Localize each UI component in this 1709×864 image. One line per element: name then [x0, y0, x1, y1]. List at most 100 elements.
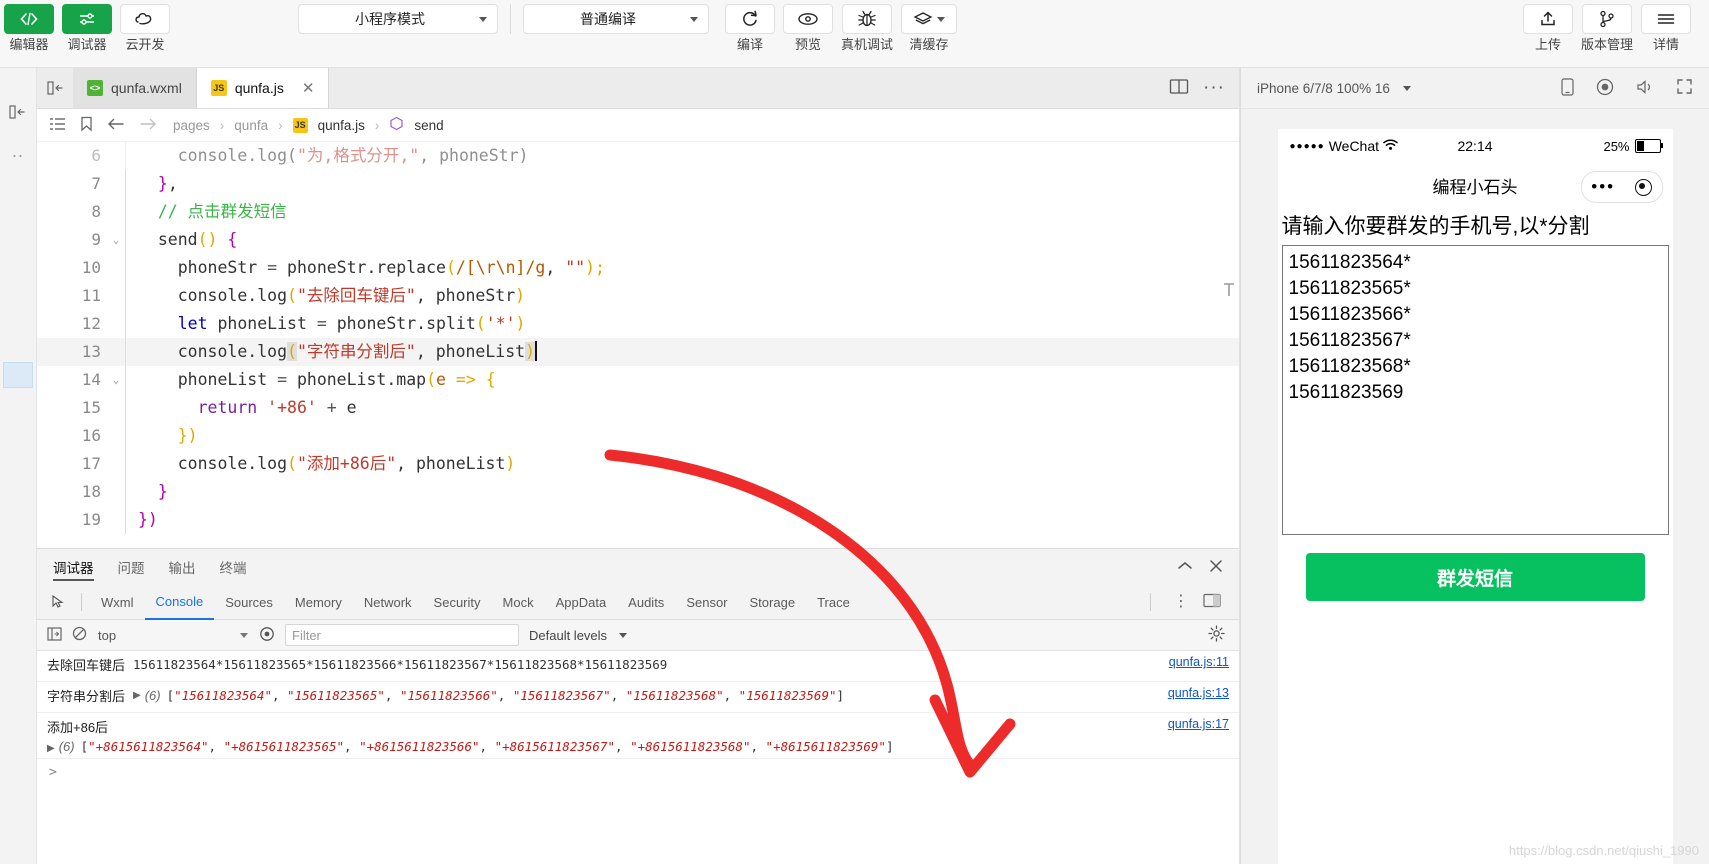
eye-icon[interactable] [259, 626, 275, 645]
tab-nav-icon[interactable] [37, 68, 73, 108]
record-icon[interactable] [1596, 78, 1614, 99]
upload-icon[interactable] [1522, 4, 1573, 34]
code-text[interactable]: phoneList = phoneList.map(e => { [125, 366, 496, 394]
console-source-link[interactable]: qunfa.js:17 [1168, 717, 1229, 731]
tab-qunfa-js[interactable]: JS qunfa.js ✕ [196, 68, 330, 108]
console-prompt[interactable]: > [37, 759, 1239, 786]
phone-icon[interactable] [1561, 77, 1574, 99]
send-sms-button[interactable]: 群发短信 [1305, 553, 1645, 601]
device-debug-button[interactable]: 真机调试 [841, 4, 893, 52]
console-filter-input[interactable]: Filter [285, 624, 519, 646]
expand-arrow-icon[interactable]: ▶ [133, 690, 141, 701]
collapse-sidebar-icon[interactable] [9, 104, 27, 123]
code-line[interactable]: 9 ⌄ send() { [37, 226, 1239, 254]
compile-select[interactable]: 普通编译 [523, 4, 709, 34]
code-text[interactable]: } [125, 478, 168, 506]
code-text[interactable]: send() { [125, 226, 237, 254]
capsule-menu[interactable]: ••• [1580, 171, 1663, 203]
panel-tab-memory[interactable]: Memory [284, 586, 353, 619]
code-line[interactable]: 6 console.log("为,格式分开,", phoneStr) [37, 142, 1239, 170]
close-icon[interactable] [1209, 559, 1223, 576]
code-text[interactable]: phoneStr = phoneStr.replace(/[\r\n]/g, "… [125, 254, 605, 282]
fold-toggle-icon[interactable]: ⌄ [107, 226, 125, 254]
volume-icon[interactable] [1636, 79, 1654, 98]
code-text[interactable]: console.log("为,格式分开,", phoneStr) [125, 142, 528, 170]
menu-icon[interactable] [1641, 4, 1691, 34]
version-button[interactable]: 版本管理 [1581, 4, 1633, 52]
panel-tab-sources[interactable]: Sources [214, 586, 284, 619]
devtools-tab-terminal[interactable]: 终端 [220, 549, 247, 585]
devtools-tab-problems[interactable]: 问题 [118, 549, 145, 585]
fullscreen-icon[interactable] [1676, 78, 1693, 98]
more-icon[interactable]: ••• [1591, 178, 1615, 195]
code-line[interactable]: 11 console.log("去除回车键后", phoneStr) [37, 282, 1239, 310]
compile-select-wrap[interactable]: 普通编译 [523, 4, 709, 34]
mode-select[interactable]: 小程序模式 [298, 4, 498, 34]
more-vertical-icon[interactable]: ⋮ [1173, 594, 1189, 610]
devtools-tab-debugger[interactable]: 调试器 [53, 549, 94, 585]
panel-tab-network[interactable]: Network [353, 586, 423, 619]
bookmark-icon[interactable] [80, 116, 93, 135]
more-icon[interactable]: ··· [1203, 78, 1225, 97]
code-line[interactable]: 12 let phoneList = phoneStr.split('*') [37, 310, 1239, 338]
code-text[interactable]: let phoneList = phoneStr.split('*') [125, 310, 525, 338]
code-line[interactable]: 8 // 点击群发短信 [37, 198, 1239, 226]
target-icon[interactable] [1634, 178, 1652, 196]
toolbar-cloud-button[interactable]: 云开发 [120, 4, 170, 52]
toolbar-debugger-button[interactable]: 调试器 [62, 4, 112, 52]
panel-tab-trace[interactable]: Trace [806, 586, 861, 619]
code-text[interactable]: console.log("字符串分割后", phoneList) [125, 338, 538, 366]
panel-tab-audits[interactable]: Audits [617, 586, 675, 619]
code-text[interactable]: console.log("添加+86后", phoneList) [125, 450, 515, 478]
panel-tab-appdata[interactable]: AppData [545, 586, 618, 619]
code-line[interactable]: 18 } [37, 478, 1239, 506]
console-source-link[interactable]: qunfa.js:11 [1169, 655, 1229, 669]
console-levels-select[interactable]: Default levels [529, 628, 628, 643]
panel-tab-security[interactable]: Security [423, 586, 492, 619]
breadcrumb-part-qunfa[interactable]: qunfa [234, 118, 268, 133]
preview-button[interactable]: 预览 [783, 4, 833, 52]
forward-arrow-icon[interactable] [139, 117, 157, 134]
console-log-row[interactable]: 字符串分割后 ▶ (6) ["15611823564", "15611823565",… [37, 682, 1239, 713]
clear-cache-button[interactable]: 清缓存 [901, 4, 958, 52]
console-log-row[interactable]: 去除回车键后 15611823564*15611823565*1561182356… [37, 651, 1239, 682]
sidebar-icon[interactable] [47, 626, 62, 644]
console-log-row[interactable]: 添加+86后 ▶ (6) ["+8615611823564", "+861561182… [37, 713, 1239, 759]
devtools-tab-output[interactable]: 输出 [169, 549, 196, 585]
code-line[interactable]: 16 }) [37, 422, 1239, 450]
console-context-select[interactable]: top [97, 627, 249, 644]
panel-tab-console[interactable]: Console [144, 585, 215, 620]
code-line[interactable]: 14 ⌄ phoneList = phoneList.map(e => { [37, 366, 1239, 394]
panel-tab-storage[interactable]: Storage [739, 586, 807, 619]
device-select[interactable]: iPhone 6/7/8 100% 16 [1257, 81, 1411, 96]
panel-tab-mock[interactable]: Mock [492, 586, 545, 619]
collapse-icon[interactable] [1177, 559, 1193, 575]
sliders-icon[interactable] [62, 4, 112, 34]
upload-button[interactable]: 上传 [1522, 4, 1573, 52]
toolbar-editor-button[interactable]: 编辑器 [4, 4, 54, 52]
phone-textarea[interactable]: 15611823564* 15611823565* 15611823566* 1… [1281, 245, 1669, 535]
breadcrumb-part-file[interactable]: qunfa.js [318, 118, 365, 133]
cloud-icon[interactable] [120, 4, 170, 34]
code-editor[interactable]: 6 console.log("为,格式分开,", phoneStr) 7 }, 8 … [37, 142, 1239, 548]
breadcrumb-part-symbol[interactable]: send [414, 118, 443, 133]
fold-toggle-icon[interactable]: ⌄ [107, 366, 125, 394]
code-text[interactable]: }, [125, 170, 178, 198]
refresh-icon[interactable] [725, 4, 775, 34]
inspect-element-icon[interactable] [45, 594, 73, 610]
compile-button[interactable]: 编译 [725, 4, 775, 52]
code-text[interactable]: }) [125, 422, 198, 450]
code-line[interactable]: 17 console.log("添加+86后", phoneList) [37, 450, 1239, 478]
code-text[interactable]: console.log("去除回车键后", phoneStr) [125, 282, 525, 310]
panel-tab-wxml[interactable]: Wxml [90, 586, 145, 619]
layers-icon[interactable] [901, 4, 958, 34]
details-button[interactable]: 详情 [1641, 4, 1691, 52]
code-text[interactable]: // 点击群发短信 [125, 198, 287, 226]
code-line[interactable]: 7 }, [37, 170, 1239, 198]
bug-icon[interactable] [842, 4, 892, 34]
expand-arrow-icon[interactable]: ▶ [47, 743, 55, 754]
close-icon[interactable]: ✕ [302, 79, 315, 97]
breadcrumb-part-pages[interactable]: pages [173, 118, 210, 133]
code-text[interactable]: return '+86' + e [125, 394, 357, 422]
code-lines[interactable]: 6 console.log("为,格式分开,", phoneStr) 7 }, 8 … [37, 142, 1239, 548]
